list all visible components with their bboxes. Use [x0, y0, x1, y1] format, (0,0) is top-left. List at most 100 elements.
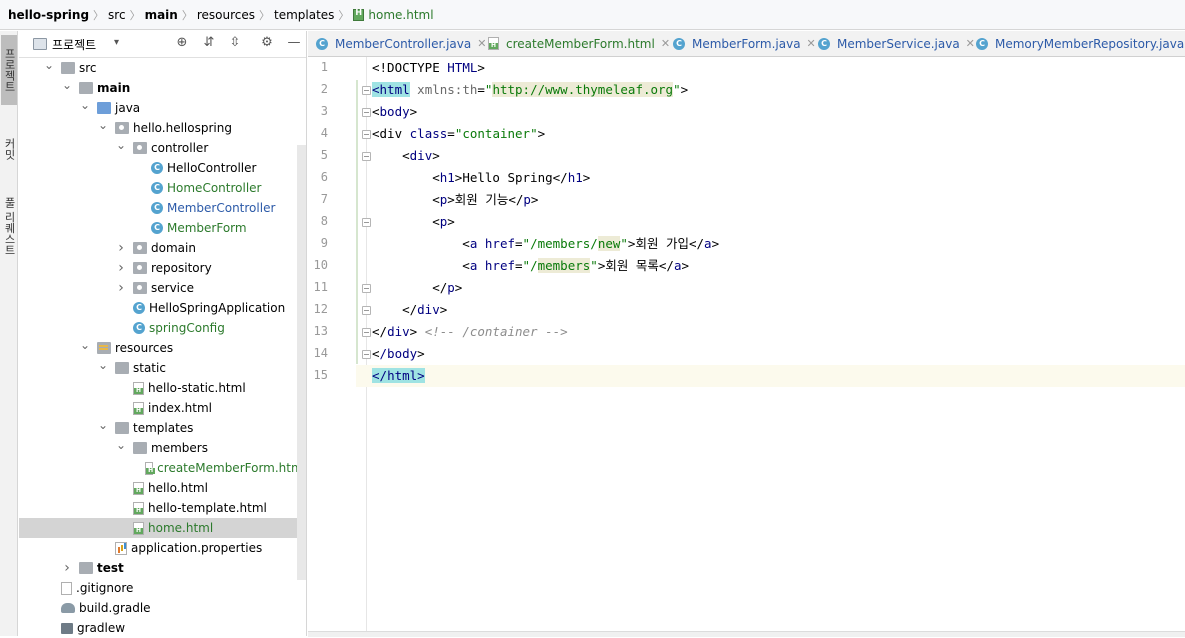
minimize-icon[interactable]: —	[287, 36, 301, 50]
tree-item[interactable]: C MemberController	[19, 198, 306, 218]
tree-item[interactable]: › test	[19, 558, 306, 578]
code-line[interactable]: <div class="container">	[372, 123, 545, 145]
tree-scrollbar[interactable]	[297, 145, 306, 580]
expand-all-icon[interactable]: ⇵	[202, 36, 216, 50]
line-number[interactable]: 2	[308, 82, 328, 96]
tree-item[interactable]: build.gradle	[19, 598, 306, 618]
breadcrumb-item-main[interactable]: main	[145, 8, 178, 22]
tree-item[interactable]: createMemberForm.html	[19, 458, 306, 478]
tree-item[interactable]: hello-template.html	[19, 498, 306, 518]
tree-item[interactable]: ⌄ members	[19, 438, 306, 458]
tree-item[interactable]: ⌄ controller	[19, 138, 306, 158]
tree-item[interactable]: ⌄ java	[19, 98, 306, 118]
tree-item[interactable]: ⌄ src	[19, 58, 306, 78]
tool-tab-project[interactable]: 프로젝트	[1, 35, 17, 105]
line-number[interactable]: 12	[308, 302, 328, 316]
chevron-down-icon[interactable]: ⌄	[115, 438, 127, 452]
tree-item[interactable]: application.properties	[19, 538, 306, 558]
chevron-down-icon[interactable]: ▾	[114, 37, 119, 48]
tree-item[interactable]: C HomeController	[19, 178, 306, 198]
tree-item[interactable]: ⌄ hello.hellospring	[19, 118, 306, 138]
tree-item[interactable]: › domain	[19, 238, 306, 258]
tree-item[interactable]: hello-static.html	[19, 378, 306, 398]
tree-item[interactable]: ⌄ resources	[19, 338, 306, 358]
code-line[interactable]: <h1>Hello Spring</h1>	[372, 167, 590, 189]
tree-item[interactable]: ⌄ templates	[19, 418, 306, 438]
chevron-right-icon[interactable]: ›	[115, 240, 127, 256]
line-number[interactable]: 5	[308, 148, 328, 162]
line-number[interactable]: 9	[308, 236, 328, 250]
chevron-down-icon[interactable]: ⌄	[97, 418, 109, 432]
line-number[interactable]: 1	[308, 60, 328, 74]
line-number[interactable]: 6	[308, 170, 328, 184]
chevron-down-icon[interactable]: ⌄	[43, 58, 55, 72]
code-line[interactable]: </div>	[372, 299, 447, 321]
code-line[interactable]: <body>	[372, 101, 417, 123]
code-editor[interactable]: <!DOCTYPE HTML> <html xmlns:th="http://ww…	[356, 57, 1185, 631]
line-number[interactable]: 15	[308, 368, 328, 382]
tree-item[interactable]: C HelloSpringApplication	[19, 298, 306, 318]
close-icon[interactable]: ✕	[477, 37, 486, 50]
close-icon[interactable]: ✕	[966, 37, 975, 50]
breadcrumb-item-src[interactable]: src	[108, 8, 126, 22]
tree-item[interactable]: › service	[19, 278, 306, 298]
chevron-right-icon[interactable]: ›	[115, 280, 127, 296]
chevron-down-icon[interactable]: ⌄	[115, 138, 127, 152]
code-line[interactable]: <div>	[372, 145, 440, 167]
close-icon[interactable]: ✕	[661, 37, 670, 50]
breadcrumb-item-file[interactable]: home.html	[368, 8, 433, 22]
line-number[interactable]: 3	[308, 104, 328, 118]
tool-tab-commit[interactable]: 커밋	[1, 119, 17, 179]
chevron-right-icon[interactable]: ›	[61, 560, 73, 576]
chevron-down-icon[interactable]: ⌄	[97, 118, 109, 132]
breadcrumb-item-project[interactable]: hello-spring	[8, 8, 89, 22]
line-number[interactable]: 8	[308, 214, 328, 228]
code-line[interactable]: </html>	[356, 365, 1185, 387]
code-line[interactable]: <p>회원 기능</p>	[372, 189, 538, 211]
tree-item[interactable]: hello.html	[19, 478, 306, 498]
code-line[interactable]: </p>	[372, 277, 462, 299]
code-line[interactable]: </div> <!-- /container -->	[372, 321, 568, 343]
code-line[interactable]: <a href="/members/new">회원 가입</a>	[372, 233, 719, 255]
editor-tab[interactable]: C MemberService.java ✕	[818, 31, 975, 56]
code-line[interactable]: <p>	[372, 211, 455, 233]
breadcrumb-item-templates[interactable]: templates	[274, 8, 334, 22]
chevron-right-icon[interactable]: ›	[115, 260, 127, 276]
chevron-down-icon[interactable]: ⌄	[79, 98, 91, 112]
code-line[interactable]: </body>	[372, 343, 425, 365]
tree-item[interactable]: ⌄ static	[19, 358, 306, 378]
tree-item[interactable]: C MemberForm	[19, 218, 306, 238]
line-number[interactable]: 10	[308, 258, 328, 272]
gear-icon[interactable]: ⚙	[260, 36, 274, 50]
editor-tab[interactable]: C MemoryMemberRepository.java	[976, 31, 1184, 56]
tree-item[interactable]: gradlew	[19, 618, 306, 638]
line-number[interactable]: 7	[308, 192, 328, 206]
locate-file-icon[interactable]: ⊕	[175, 36, 189, 50]
chevron-down-icon[interactable]: ⌄	[97, 358, 109, 372]
chevron-down-icon[interactable]: ⌄	[79, 338, 91, 352]
tree-item[interactable]: home.html	[19, 518, 306, 538]
line-number[interactable]: 11	[308, 280, 328, 294]
project-panel-title[interactable]: 프로젝트	[52, 36, 96, 53]
tree-item[interactable]: › repository	[19, 258, 306, 278]
tree-item[interactable]: C HelloController	[19, 158, 306, 178]
code-line[interactable]: <a href="/members">회원 목록</a>	[372, 255, 689, 277]
chevron-down-icon[interactable]: ⌄	[61, 78, 73, 92]
line-number[interactable]: 14	[308, 346, 328, 360]
line-number[interactable]: 4	[308, 126, 328, 140]
tree-item[interactable]: .gitignore	[19, 578, 306, 598]
code-line[interactable]: <html xmlns:th= "http://www.thymeleaf.org…	[372, 79, 688, 101]
collapse-all-icon[interactable]: ⇳	[228, 36, 242, 50]
editor-horizontal-scrollbar[interactable]	[308, 631, 1185, 637]
tree-item[interactable]: index.html	[19, 398, 306, 418]
tree-item[interactable]: ⌄ main	[19, 78, 306, 98]
tree-item[interactable]: CspringConfig	[19, 318, 306, 338]
editor-tab[interactable]: C MemberForm.java ✕	[673, 31, 816, 56]
line-number[interactable]: 13	[308, 324, 328, 338]
editor-tab[interactable]: createMemberForm.html ✕	[488, 31, 670, 56]
tool-tab-pull-requests[interactable]: 풀 리퀘스트	[1, 181, 17, 271]
code-line[interactable]: <!DOCTYPE HTML>	[372, 57, 485, 79]
close-icon[interactable]: ✕	[807, 37, 816, 50]
breadcrumb-item-resources[interactable]: resources	[197, 8, 255, 22]
editor-tab[interactable]: C MemberController.java ✕	[316, 31, 486, 56]
